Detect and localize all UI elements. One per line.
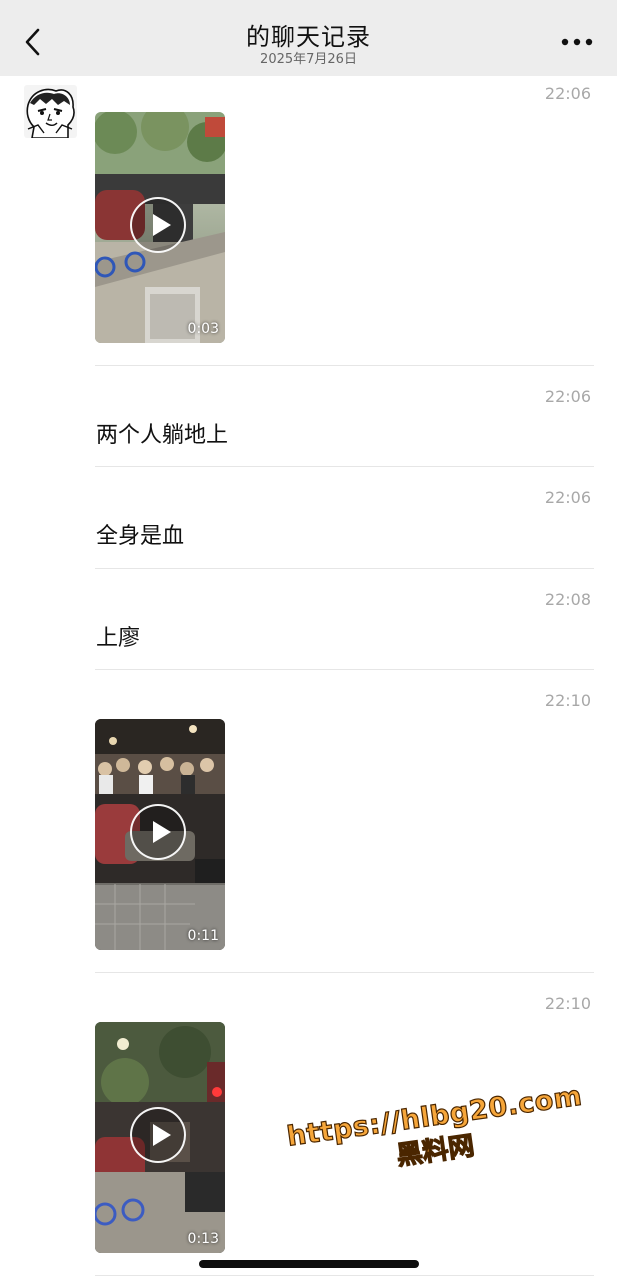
video-thumbnail[interactable]: 0:03: [95, 112, 225, 343]
message-item: 22:10 0:11: [95, 691, 594, 973]
more-dots-icon: [561, 38, 593, 46]
page-title: 的聊天记录: [246, 23, 371, 51]
avatar[interactable]: [24, 85, 77, 138]
video-thumbnail[interactable]: 0:13: [95, 1022, 225, 1253]
message-time: 22:08: [544, 590, 591, 609]
message-time: 22:10: [544, 994, 591, 1013]
play-icon: [153, 1124, 171, 1146]
play-button[interactable]: [130, 1107, 186, 1163]
message-item: 22:06 全身是血: [95, 488, 594, 569]
message-item: 22:06 两个人躺地上: [95, 387, 594, 467]
more-button[interactable]: [559, 30, 595, 54]
video-duration: 0:11: [187, 928, 219, 944]
message-divider: [95, 568, 594, 569]
avatar-image: [24, 85, 77, 138]
message-divider: [95, 365, 594, 366]
play-button[interactable]: [130, 197, 186, 253]
page-date: 2025年7月26日: [260, 52, 357, 67]
message-item: 22:08 上廖: [95, 590, 594, 670]
message-time: 22:06: [544, 84, 591, 103]
home-indicator[interactable]: [199, 1260, 419, 1268]
message-item: 22:06 0:03: [95, 84, 594, 366]
top-navigation-bar: 的聊天记录 2025年7月26日: [0, 0, 617, 76]
play-button[interactable]: [130, 804, 186, 860]
video-duration: 0:13: [187, 1231, 219, 1247]
message-divider: [95, 466, 594, 467]
message-divider: [95, 1275, 594, 1276]
message-time: 22:06: [544, 488, 591, 507]
message-text: 两个人躺地上: [96, 423, 229, 448]
play-icon: [153, 821, 171, 843]
message-divider: [95, 669, 594, 670]
message-time: 22:06: [544, 387, 591, 406]
video-duration: 0:03: [187, 321, 219, 337]
video-thumbnail[interactable]: 0:11: [95, 719, 225, 950]
message-text: 全身是血: [96, 524, 185, 549]
message-time: 22:10: [544, 691, 591, 710]
message-text: 上廖: [96, 626, 141, 651]
play-icon: [153, 214, 171, 236]
message-divider: [95, 972, 594, 973]
